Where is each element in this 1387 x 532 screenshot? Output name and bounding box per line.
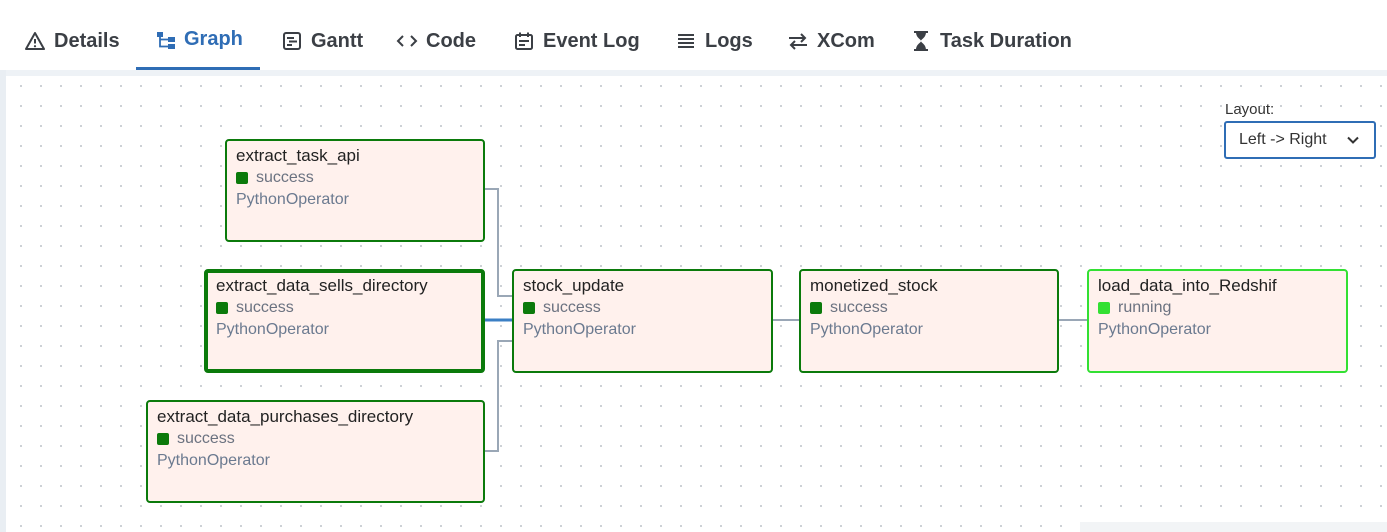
task-state-label: success: [830, 299, 888, 316]
task-operator: PythonOperator: [1098, 321, 1211, 338]
chevron-down-icon: [1346, 133, 1360, 152]
task-operator: PythonOperator: [810, 321, 923, 338]
task-name: extract_data_sells_directory: [216, 276, 428, 295]
state-square-icon: [1098, 302, 1110, 314]
task-state: success: [157, 428, 474, 450]
task-node-extract-data-purchases-directory[interactable]: extract_data_purchases_directory success…: [146, 400, 485, 503]
task-operator: PythonOperator: [523, 321, 636, 338]
task-node-extract-task-api[interactable]: extract_task_api success PythonOperator: [225, 139, 485, 242]
task-name: extract_data_purchases_directory: [157, 407, 414, 426]
task-state: success: [523, 297, 762, 319]
state-square-icon: [216, 302, 228, 314]
state-square-icon: [157, 433, 169, 445]
state-square-icon: [236, 172, 248, 184]
task-state: success: [236, 167, 474, 189]
edge-extract-task-api-to-stock-update: [484, 188, 512, 297]
task-node-load-data-into-redshift[interactable]: load_data_into_Redshif running PythonOpe…: [1087, 269, 1348, 373]
task-operator: PythonOperator: [157, 452, 270, 469]
edge-purchases-to-stock-update: [484, 340, 512, 452]
task-state-label: success: [543, 299, 601, 316]
task-state-label: success: [236, 299, 294, 316]
task-name: extract_task_api: [236, 146, 360, 165]
layout-label: Layout:: [1225, 101, 1275, 118]
task-state-label: running: [1118, 299, 1172, 316]
task-state: running: [1098, 297, 1337, 319]
task-state: success: [216, 297, 473, 319]
task-name: stock_update: [523, 276, 625, 295]
task-operator: PythonOperator: [216, 321, 329, 338]
state-square-icon: [523, 302, 535, 314]
task-operator: PythonOperator: [236, 191, 349, 208]
task-state-label: success: [256, 169, 314, 186]
task-node-stock-update[interactable]: stock_update success PythonOperator: [512, 269, 773, 373]
task-state: success: [810, 297, 1048, 319]
task-node-extract-data-sells-directory[interactable]: extract_data_sells_directory success Pyt…: [204, 269, 485, 373]
task-state-label: success: [177, 430, 235, 447]
layout-select-value: Left -> Right: [1239, 131, 1327, 148]
state-square-icon: [810, 302, 822, 314]
task-name: monetized_stock: [810, 276, 938, 295]
layout-select[interactable]: Left -> Right: [1224, 121, 1376, 159]
task-name: load_data_into_Redshif: [1098, 276, 1277, 295]
task-node-monetized-stock[interactable]: monetized_stock success PythonOperator: [799, 269, 1059, 373]
